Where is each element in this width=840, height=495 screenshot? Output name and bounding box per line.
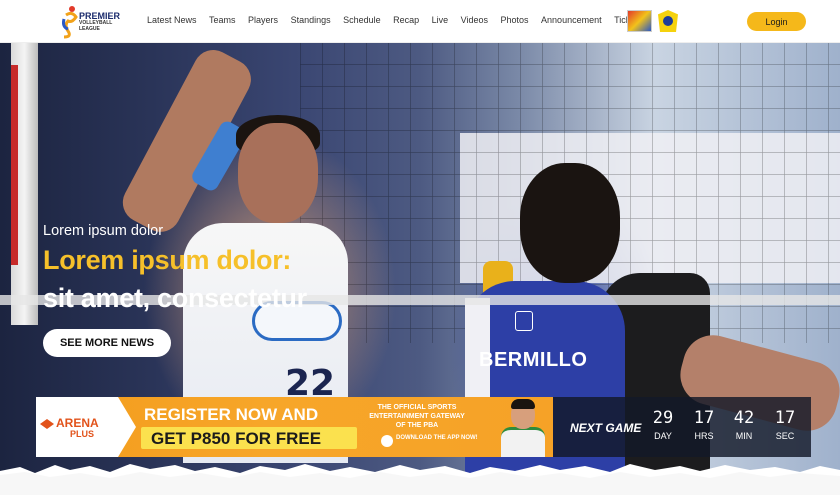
hero-title-line1: Lorem ipsum dolor: [43,245,292,275]
ad-headline: REGISTER NOW AND [144,405,319,424]
nav-videos[interactable]: Videos [461,15,488,25]
pole-padding [11,65,18,265]
next-game-label: NEXT GAME [570,421,642,435]
nav-live[interactable]: Live [432,15,449,25]
ad-brand-sub: PLUS [70,429,95,439]
hero-subtitle: Lorem ipsum dolor [43,223,164,239]
partner-logo-2[interactable] [658,10,678,32]
seconds-value: 17 [774,408,796,428]
ad-download-text: DOWNLOAD THE APP NOW! [396,435,478,441]
jersey-logo [515,311,533,331]
nav-announcement[interactable]: Announcement [541,15,602,25]
main-menu: Latest News Teams Players Standings Sche… [147,15,655,25]
login-button[interactable]: Login [747,12,806,31]
partner-logo-1[interactable] [627,10,652,32]
arenaplus-ad-banner[interactable]: ARENA PLUS REGISTER NOW AND GET P850 FOR… [36,397,553,457]
nav-recap[interactable]: Recap [393,15,419,25]
nav-players[interactable]: Players [248,15,278,25]
hero-title-line2: sit amet, consectetur [43,283,307,313]
nav-teams[interactable]: Teams [209,15,236,25]
minutes-label: MIN [735,431,753,441]
minutes-value: 42 [733,408,755,428]
partner-logos [627,10,678,32]
arenaplus-logo: ARENA PLUS [40,416,99,440]
arena-wing-icon [40,419,54,429]
jersey-name: BERMILLO [479,349,588,371]
hours-value: 17 [693,408,715,428]
countdown-hours: 17 HRS [686,408,722,441]
ad-offer: GET P850 FOR FREE [151,429,322,448]
nav-schedule[interactable]: Schedule [343,15,381,25]
days-value: 29 [652,408,674,428]
nav-standings[interactable]: Standings [291,15,331,25]
download-icon [381,435,393,447]
countdown-minutes: 42 MIN [726,408,762,441]
ad-gateway-text: THE OFFICIAL SPORTS ENTERTAINMENT GATEWA… [369,404,465,429]
days-label: DAY [654,431,672,441]
countdown-days: 29 DAY [645,408,681,441]
volleyball-figure-icon [62,6,78,39]
see-more-news-button[interactable]: SEE MORE NEWS [43,329,171,357]
nav-latest-news[interactable]: Latest News [147,15,197,25]
seconds-label: SEC [775,431,795,441]
pvl-logo[interactable]: PREMIER VOLLEYBALL LEAGUE [60,3,120,40]
logo-subtitle: VOLLEYBALL LEAGUE [79,20,113,32]
player-hair-back [520,163,620,283]
countdown-seconds: 17 SEC [767,408,803,441]
hours-label: HRS [694,431,714,441]
ad-ambassador-image [499,399,547,457]
nav-photos[interactable]: Photos [501,15,529,25]
top-nav: PREMIER VOLLEYBALL LEAGUE Latest News Te… [0,0,840,43]
next-game-countdown[interactable]: NEXT GAME 29 DAY 17 HRS 42 MIN 17 SEC [553,397,811,457]
player-face [238,123,318,223]
torn-paper-edge [0,464,840,495]
ad-brand: ARENA [56,416,99,430]
